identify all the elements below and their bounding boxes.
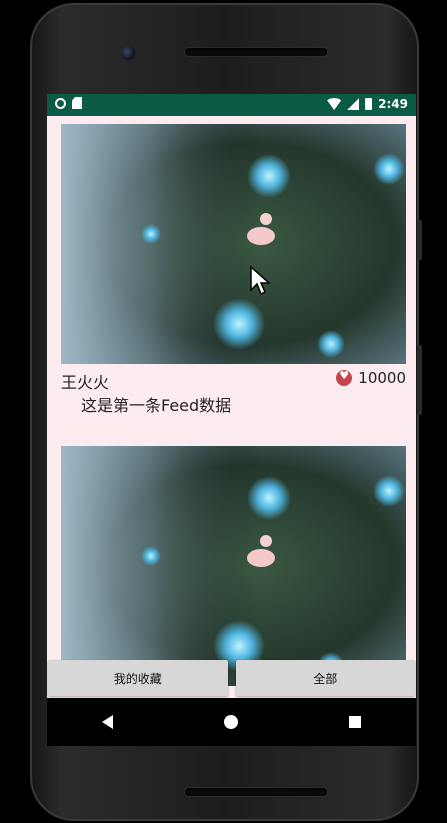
status-bar: 2:49 (47, 94, 416, 116)
bottom-speaker (185, 788, 327, 796)
circle-icon (55, 97, 66, 109)
status-time: 2:49 (378, 97, 408, 111)
favorites-button[interactable]: 我的收藏 (48, 660, 228, 696)
feed-list[interactable]: 王火火 10000 这是第一条Feed数据 (47, 116, 416, 698)
like-count: 10000 (358, 369, 406, 387)
feed-card[interactable]: 王火火 10000 这是第一条Feed数据 (61, 124, 406, 416)
front-camera (121, 46, 135, 60)
signal-icon (347, 98, 360, 110)
sd-card-icon (72, 97, 82, 109)
volume-button (417, 220, 422, 260)
screen: 2:49 王火火 ♥ 10000 这是第一条Feed数据 我的收藏 全部 (47, 94, 416, 746)
feed-card[interactable] (61, 446, 406, 686)
home-icon[interactable] (223, 715, 238, 729)
wifi-icon (327, 98, 342, 110)
all-button[interactable]: 全部 (235, 660, 415, 696)
earpiece-speaker (185, 48, 327, 56)
like-button[interactable]: 10000 (336, 369, 406, 387)
battery-icon (365, 98, 373, 110)
bottom-action-bar: 我的收藏 全部 (47, 660, 416, 696)
author-name: 王火火 (61, 373, 110, 392)
feed-image[interactable] (61, 124, 406, 364)
heart-icon (336, 369, 353, 386)
power-button (417, 345, 422, 415)
mouse-cursor-icon (250, 266, 270, 296)
feed-text: 这是第一条Feed数据 (81, 396, 232, 415)
back-icon[interactable] (102, 715, 114, 729)
recents-icon[interactable] (348, 716, 361, 728)
feed-image[interactable] (61, 446, 406, 686)
navigation-bar (47, 698, 416, 746)
